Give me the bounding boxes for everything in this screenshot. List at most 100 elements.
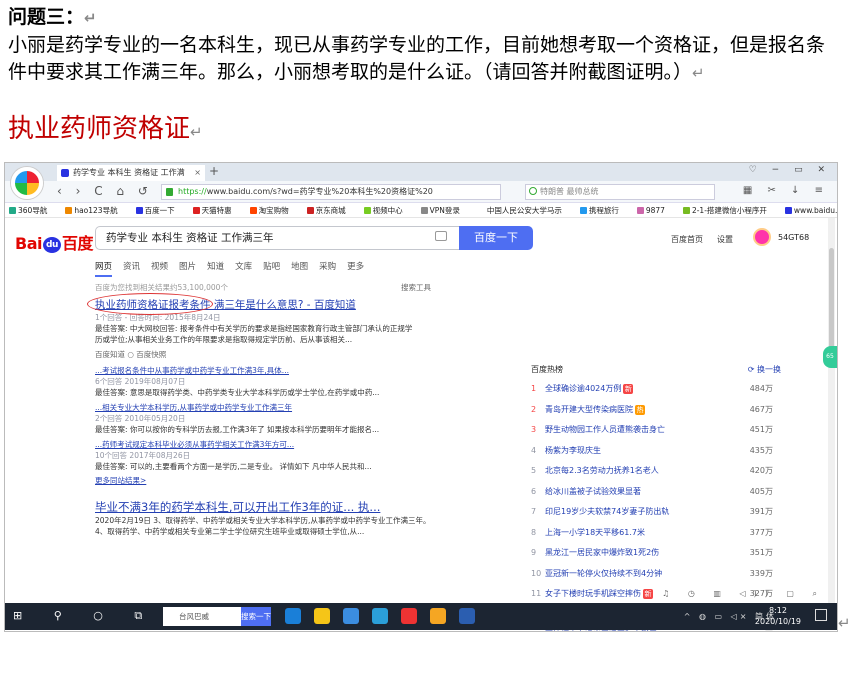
hot-item[interactable]: 3 野生动物园工作人员遭熊袭击身亡 451万: [531, 423, 781, 444]
bookmark-label: 淘宝购物: [258, 206, 289, 215]
bookmark-item[interactable]: 2-1-搭建微信小程序开: [682, 206, 776, 215]
question-body: 小丽是药学专业的一名本科生，现已从事药学专业的工作，目前她想考取一个资格证，但是…: [8, 34, 826, 83]
taskbar-search[interactable]: 台风巴威 搜索一下: [163, 607, 271, 626]
bookmark-item[interactable]: 视频中心: [363, 206, 412, 215]
tab-8[interactable]: 采购: [319, 262, 336, 272]
bookmark-item[interactable]: 淘宝购物: [249, 206, 298, 215]
address-bar[interactable]: https://www.baidu.com/s?wd=药学专业%20本科生%20…: [161, 184, 501, 200]
browser-tab-bar: 药学专业 本科生 资格证 工作满 × + ♡ − ▭ ✕: [5, 163, 837, 199]
tab-5[interactable]: 文库: [235, 262, 252, 272]
side-badge[interactable]: 65: [823, 346, 837, 368]
hot-item[interactable]: 1 全球确诊逾4024万例新 484万: [531, 382, 781, 403]
hot-title[interactable]: 贾樟柯宣布退出平遥国际电影展: [545, 630, 657, 631]
hot-title[interactable]: 全球确诊逾4024万例: [545, 384, 621, 393]
bookmark-item[interactable]: 9877: [636, 206, 674, 215]
hot-item[interactable]: 10 亚冠新一轮停火仅持续不到4分钟 339万: [531, 567, 781, 588]
bookmarks-bar: 360导航 hao123导航 百度一下 天猫特惠 淘宝购物 京东商城 视频中心 VPN登录 中国…: [5, 203, 837, 218]
bookmark-item[interactable]: 360导航: [9, 206, 56, 215]
hot-item[interactable]: 6 给冰川盖被子试验效果显著 405万: [531, 485, 781, 506]
tab-7[interactable]: 地图: [291, 262, 308, 272]
taskbar-app-icon[interactable]: [285, 608, 301, 624]
hot-item[interactable]: 8 上海一小学18天平移61.7米 377万: [531, 526, 781, 547]
clock[interactable]: 8:12 2020/10/19: [755, 605, 801, 627]
result-sub-title[interactable]: ...药师考试规定本科毕业必须从事药学相关工作满3年方可...: [95, 439, 515, 450]
scrollbar[interactable]: [828, 218, 835, 603]
hot-title[interactable]: 北京每2.3名劳动力抚养1名老人: [545, 466, 659, 475]
bookmark-label: 天猫特惠: [201, 206, 232, 215]
hot-item[interactable]: 9 黑龙江一居民家中爆炸致1死2伤 351万: [531, 546, 781, 567]
avatar[interactable]: [753, 228, 771, 246]
browser-screenshot: 药学专业 本科生 资格证 工作满 × + ♡ − ▭ ✕ ‹ › C ⌂ ↺ ☆…: [4, 162, 838, 632]
bookmark-icon: [784, 207, 792, 214]
taskbar-search-button[interactable]: 搜索一下: [241, 607, 271, 626]
new-tab-button[interactable]: +: [209, 164, 219, 178]
result-item: ...考试报名条件中从事药学或中药学专业工作满3年,具体... 6个回答 2019…: [95, 365, 515, 398]
taskbar-app-icon[interactable]: [372, 608, 388, 624]
username[interactable]: 54GT68: [778, 233, 809, 242]
taskbar-app-icon[interactable]: [343, 608, 359, 624]
more-results-link[interactable]: 更多同站结果>: [95, 474, 515, 487]
result-sub-title[interactable]: ...考试报名条件中从事药学或中药学专业工作满3年,具体...: [95, 365, 515, 376]
hot-count: 377万: [749, 527, 773, 537]
hot-title[interactable]: 女子下楼时玩手机踩空摔伤: [545, 589, 641, 598]
browser-tab[interactable]: 药学专业 本科生 资格证 工作满 ×: [57, 165, 205, 181]
hot-item[interactable]: 7 印尼19岁少夫软禁74岁妻子防出轨 391万: [531, 505, 781, 526]
taskbar-app-icon[interactable]: [314, 608, 330, 624]
tab-1[interactable]: 资讯: [123, 262, 140, 272]
tab-6[interactable]: 贴吧: [263, 262, 280, 272]
hot-title[interactable]: 野生动物园工作人员遭熊袭击身亡: [545, 425, 665, 434]
hot-item[interactable]: 4 杨紫为李现庆生 435万: [531, 444, 781, 465]
settings-link[interactable]: 设置: [717, 235, 733, 244]
bookmark-item[interactable]: VPN登录: [420, 206, 469, 215]
tab-3[interactable]: 图片: [179, 262, 196, 272]
hot-item[interactable]: 5 北京每2.3名劳动力抚养1名老人 420万: [531, 464, 781, 485]
hot-count: 435万: [749, 445, 773, 455]
toolbar-icons[interactable]: ▦ ✂ ↓ ≡: [743, 185, 829, 196]
hot-title[interactable]: 青岛开建大型传染病医院: [545, 405, 633, 414]
bookmark-item[interactable]: 携程旅行: [579, 206, 628, 215]
result-title[interactable]: 毕业不满3年的药学本科生,可以开出工作3年的证... 执...: [95, 499, 515, 515]
bookmark-item[interactable]: www.baidu.com各: [784, 206, 837, 215]
result-snippet: 最佳答案: 可以的,主要看两个方面一是学历,二是专业。 详情如下 凡中华人民共和…: [95, 462, 372, 471]
search-input[interactable]: 药学专业 本科生 资格证 工作满三年: [95, 226, 459, 250]
notification-icon[interactable]: [815, 609, 827, 621]
hot-rank: 2: [531, 404, 537, 414]
bookmark-label: VPN登录: [429, 206, 460, 215]
bookmark-item[interactable]: 天猫特惠: [192, 206, 241, 215]
bookmark-item[interactable]: 京东商城: [306, 206, 355, 215]
window-controls[interactable]: ♡ − ▭ ✕: [749, 165, 831, 175]
bookmark-item[interactable]: hao123导航: [65, 206, 126, 215]
tab-9[interactable]: 更多: [347, 262, 364, 272]
taskbar-search-text: 台风巴威: [179, 612, 209, 621]
taskbar-app-icon[interactable]: [430, 608, 446, 624]
tab-0[interactable]: 网页: [95, 262, 113, 277]
taskbar-app-icon[interactable]: [401, 608, 417, 624]
hot-title[interactable]: 印尼19岁少夫软禁74岁妻子防出轨: [545, 507, 669, 516]
search-button[interactable]: 百度一下: [459, 226, 533, 250]
hot-title[interactable]: 给冰川盖被子试验效果显著: [545, 487, 641, 496]
hot-title[interactable]: 上海一小学18天平移61.7米: [545, 528, 645, 537]
hot-title[interactable]: 杨紫为李现庆生: [545, 446, 601, 455]
hot-count: 467万: [749, 404, 773, 414]
tab-4[interactable]: 知道: [207, 262, 224, 272]
bookmark-item[interactable]: 百度一下: [135, 206, 184, 215]
camera-icon[interactable]: [435, 231, 447, 241]
hot-title[interactable]: 黑龙江一居民家中爆炸致1死2伤: [545, 548, 659, 557]
home-link[interactable]: 百度首页: [671, 235, 703, 244]
hot-item[interactable]: 2 青岛开建大型传染病医院热 467万: [531, 403, 781, 424]
result-source[interactable]: 百度知道 ○ 百度快照: [95, 348, 515, 361]
clock-time: 8:12: [768, 606, 787, 615]
tab-2[interactable]: 视频: [151, 262, 168, 272]
taskbar-app-icon[interactable]: [459, 608, 475, 624]
nav-buttons[interactable]: ‹ › C ⌂ ↺ ☆: [57, 184, 177, 198]
bookmark-item[interactable]: 中国人民公安大学马示: [477, 206, 571, 215]
result-sub-title[interactable]: ...相关专业大学本科学历,从事药学或中药学专业工作满三年: [95, 402, 515, 413]
refresh-button[interactable]: ⟳ 换一换: [748, 364, 781, 375]
browser-search-box[interactable]: 特朗普 最帅总统: [525, 184, 715, 200]
search-tools-button[interactable]: 搜索工具: [401, 282, 431, 293]
status-bar-icons[interactable]: ♫ ◷ ▥ ◁)) ▢ ⌕: [662, 589, 825, 599]
tab-close-icon[interactable]: ×: [194, 165, 201, 181]
hot-title[interactable]: 亚冠新一轮停火仅持续不到4分钟: [545, 569, 662, 578]
hot-rank: 3: [531, 425, 537, 434]
baidu-logo[interactable]: Bai du 百度: [15, 230, 94, 254]
